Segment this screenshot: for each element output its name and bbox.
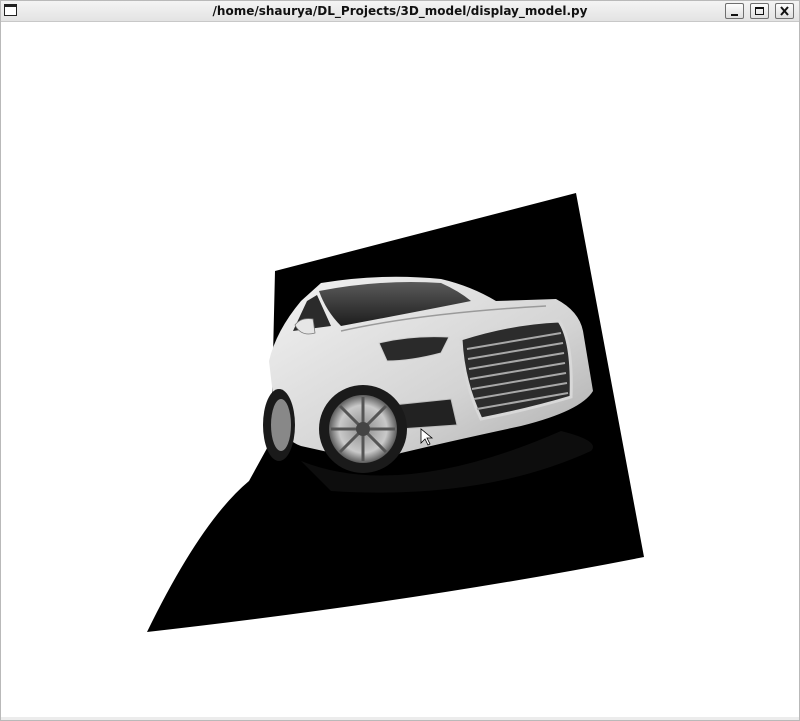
window-bottom-border: [1, 717, 799, 720]
maximize-icon: [755, 7, 764, 15]
app-window: /home/shaurya/DL_Projects/3D_model/displ…: [0, 0, 800, 721]
close-button[interactable]: [775, 3, 794, 19]
window-title: /home/shaurya/DL_Projects/3D_model/displ…: [212, 4, 588, 18]
title-bar[interactable]: /home/shaurya/DL_Projects/3D_model/displ…: [1, 1, 799, 22]
minimize-button[interactable]: [725, 3, 744, 19]
maximize-button[interactable]: [750, 3, 769, 19]
render-canvas[interactable]: [4, 23, 797, 717]
close-icon: [780, 6, 789, 16]
minimize-icon: [731, 14, 738, 16]
rendered-model: [147, 193, 644, 632]
